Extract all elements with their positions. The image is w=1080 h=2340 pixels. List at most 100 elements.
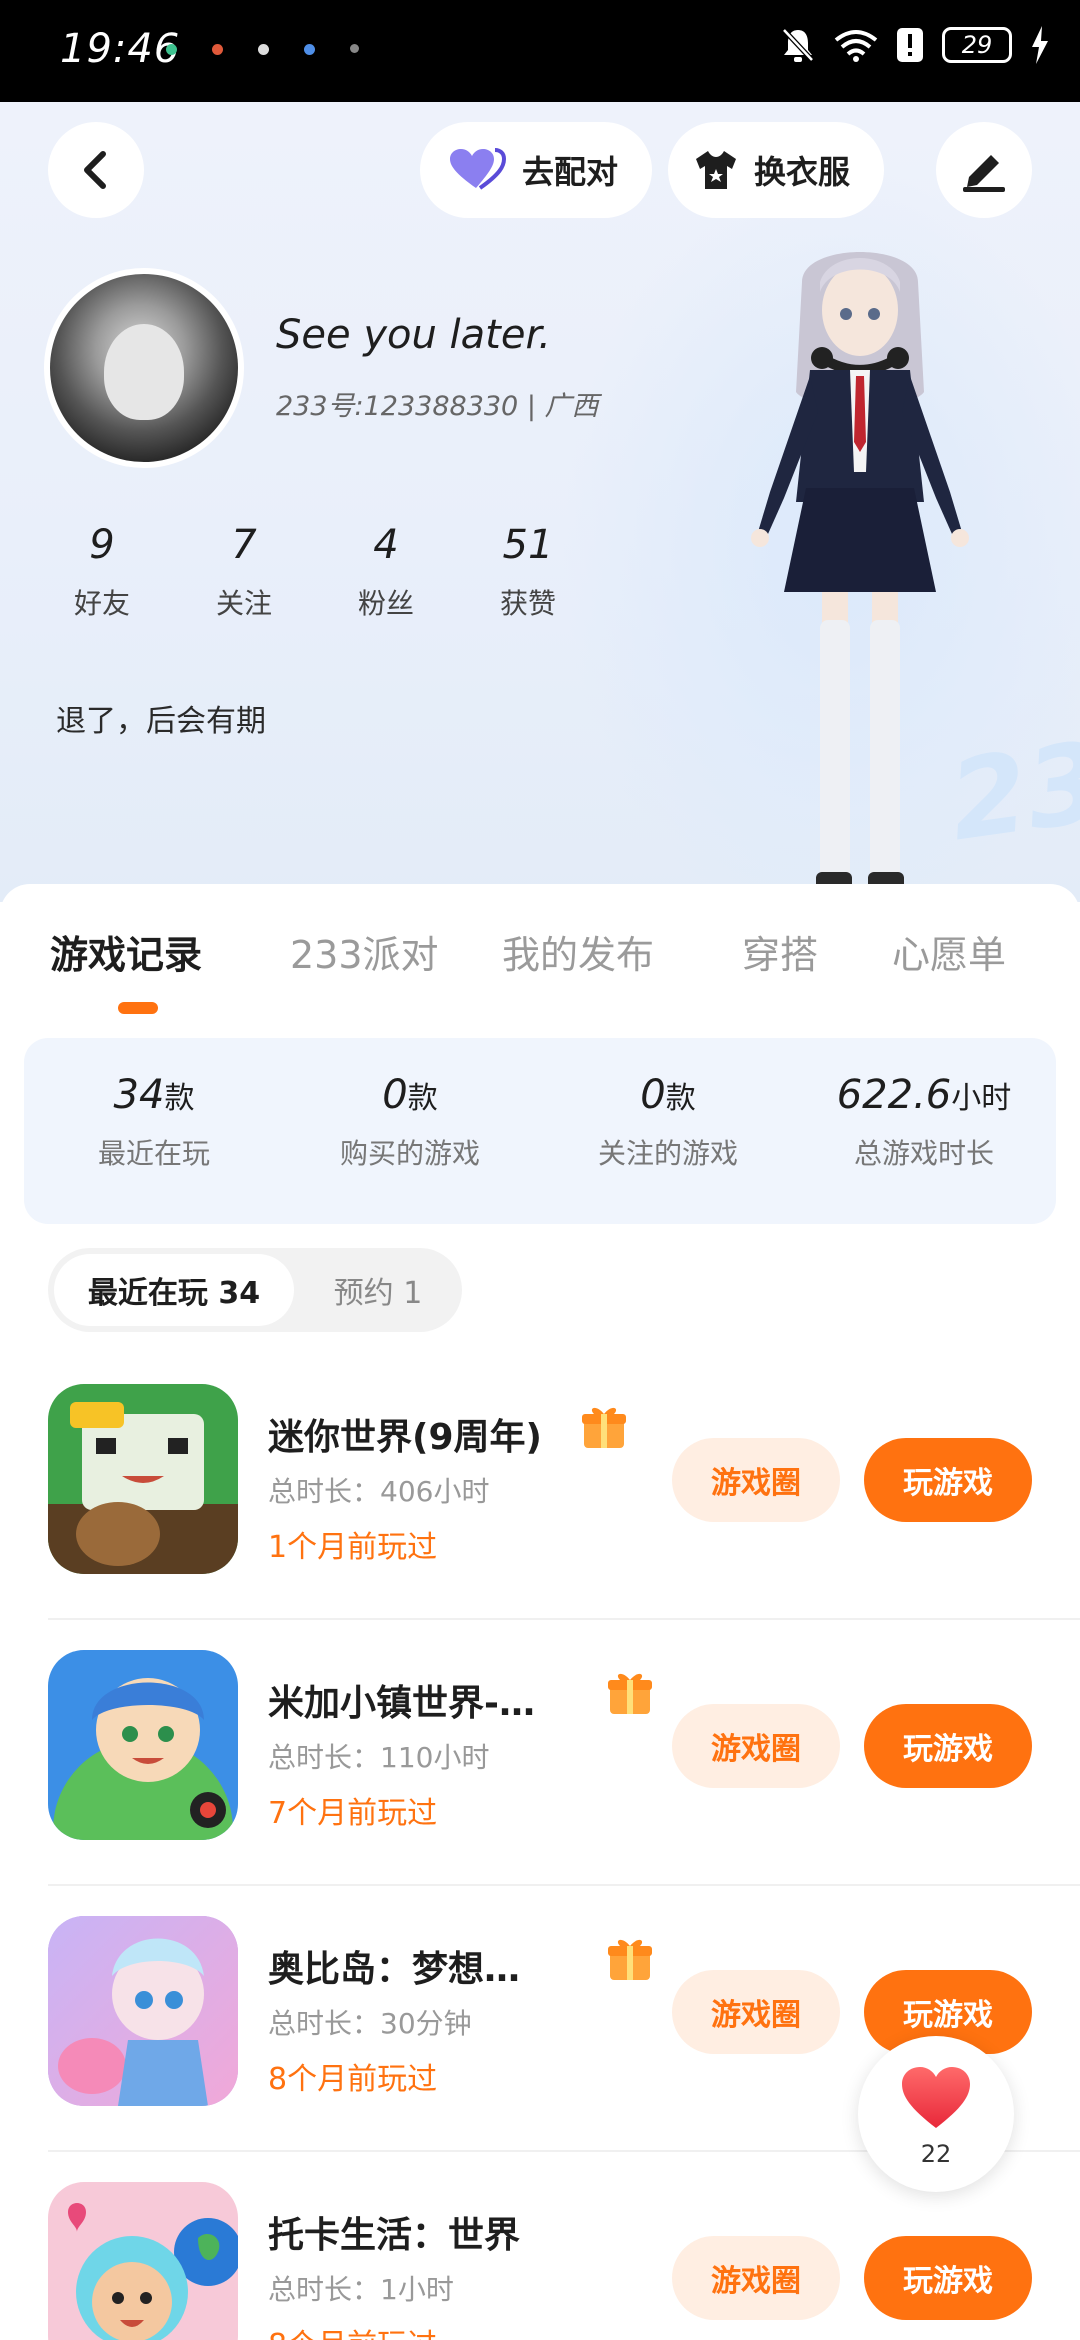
tab-my-posts[interactable]: 我的发布: [502, 924, 654, 979]
status-time: 19:46: [60, 26, 181, 72]
summary-unit: 款: [407, 1081, 438, 1116]
game-icon-aobi-island: [48, 1916, 238, 2106]
game-circle-button[interactable]: 游戏圈: [672, 1970, 840, 2054]
summary-value: 0: [640, 1072, 666, 1118]
edit-button[interactable]: [936, 122, 1032, 218]
tab-outfits[interactable]: 穿搭: [742, 924, 818, 979]
profile-header: 去配对 换衣服 See you later. 233号:123388330 | …: [0, 102, 1080, 902]
bio: 退了，后会有期: [56, 704, 266, 739]
play-game-button[interactable]: 玩游戏: [864, 2236, 1032, 2320]
stat-fans[interactable]: 4 粉丝: [326, 522, 446, 622]
notification-dot-icon: [304, 44, 315, 55]
wifi-icon: [834, 30, 878, 62]
user-id: 233号:123388330 | 广西: [276, 391, 599, 422]
game-circle-button[interactable]: 游戏圈: [672, 1438, 840, 1522]
gift-icon[interactable]: [606, 1934, 654, 1982]
avatar-image: [50, 274, 238, 462]
stat-friends[interactable]: 9 好友: [42, 522, 162, 622]
notification-dot-icon: [212, 44, 223, 55]
notification-dot-icon: [350, 44, 359, 53]
charging-icon: [1032, 26, 1048, 64]
alert-icon: [897, 28, 923, 62]
like-button[interactable]: 22: [858, 2036, 1014, 2192]
game-name: 奥比岛：梦想…: [268, 1949, 521, 1990]
game-name: 米加小镇世界-…: [268, 1683, 535, 1724]
summary-unit: 款: [164, 1081, 195, 1116]
game-icon-mini-world: [48, 1384, 238, 1574]
game-playtime: 总时长：406小时: [268, 1475, 490, 1508]
tshirt-icon: [696, 151, 736, 189]
like-count: 22: [920, 2140, 952, 2168]
tab-indicator: [118, 1002, 158, 1014]
status-bar: 19:46 29: [0, 0, 1080, 102]
game-name: 托卡生活：世界: [268, 2215, 521, 2256]
avatar-face: [104, 324, 184, 420]
game-icon-toca-life: [48, 2182, 238, 2340]
summary-label: 最近在玩: [97, 1137, 210, 1170]
summary-purchased[interactable]: 0款 购买的游戏: [290, 1072, 530, 1172]
summary-value: 34: [113, 1072, 165, 1118]
summary-unit: 小时: [951, 1081, 1012, 1116]
stat-following[interactable]: 7 关注: [184, 522, 304, 622]
stat-value: 9: [89, 522, 115, 568]
game-circle-button[interactable]: 游戏圈: [672, 1704, 840, 1788]
play-game-button[interactable]: 玩游戏: [864, 1438, 1032, 1522]
game-last-played: 1个月前玩过: [268, 1530, 438, 1565]
summary-recent[interactable]: 34款 最近在玩: [34, 1072, 274, 1172]
mute-bell-icon: [782, 28, 814, 62]
game-playtime: 总时长：1小时: [268, 2273, 454, 2306]
stat-label: 获赞: [499, 587, 556, 620]
tab-bar: 游戏记录 233派对 我的发布 穿搭 心愿单: [0, 924, 1080, 1004]
stat-value: 7: [231, 522, 257, 568]
dress-up-button[interactable]: 换衣服: [668, 122, 885, 218]
username: See you later.: [276, 312, 551, 358]
notification-dot-icon: [166, 44, 177, 55]
game-icon-miga-town: [48, 1650, 238, 1840]
stat-label: 粉丝: [357, 587, 414, 620]
game-last-played: 8个月前玩过: [268, 2062, 438, 2097]
stat-label: 好友: [73, 587, 130, 620]
summary-value: 0: [382, 1072, 408, 1118]
game-last-played: 7个月前玩过: [268, 1796, 438, 1831]
back-button[interactable]: [48, 122, 144, 218]
gift-icon[interactable]: [606, 1668, 654, 1716]
summary-label: 关注的游戏: [597, 1137, 738, 1170]
summary-label: 购买的游戏: [339, 1137, 480, 1170]
stat-value: 51: [502, 522, 554, 568]
game-circle-button[interactable]: 游戏圈: [672, 2236, 840, 2320]
battery-indicator: 29: [942, 27, 1012, 63]
avatar[interactable]: [44, 268, 244, 468]
game-playtime: 总时长：30分钟: [268, 2007, 472, 2040]
summary-value: 622.6: [836, 1072, 952, 1118]
heart-icon: [902, 2067, 970, 2128]
game-last-played: 8个月前玩过: [268, 2320, 437, 2340]
pencil-icon: [963, 155, 1005, 192]
sub-tab-bar: 最近在玩 34 预约 1: [48, 1248, 462, 1332]
gift-icon[interactable]: [580, 1402, 628, 1450]
hearts-icon: [450, 148, 506, 190]
subtab-recent[interactable]: 最近在玩 34: [54, 1254, 294, 1326]
stat-value: 4: [373, 522, 399, 568]
stat-label: 关注: [215, 587, 272, 620]
game-playtime: 总时长：110小时: [268, 1741, 490, 1774]
subtab-reservations[interactable]: 预约 1: [298, 1254, 458, 1326]
summary-playtime[interactable]: 622.6小时 总游戏时长: [804, 1072, 1044, 1172]
notification-dot-icon: [258, 44, 269, 55]
match-button[interactable]: 去配对: [420, 122, 653, 218]
tab-game-records[interactable]: 游戏记录: [50, 924, 202, 979]
chevron-left-icon: [84, 151, 106, 189]
play-game-button[interactable]: 玩游戏: [864, 1704, 1032, 1788]
game-row[interactable]: 米加小镇世界-… 总时长：110小时 7个月前玩过 游戏圈 玩游戏: [0, 1620, 1080, 1886]
summary-followed[interactable]: 0款 关注的游戏: [548, 1072, 788, 1172]
game-name: 迷你世界(9周年): [268, 1417, 542, 1458]
status-icons: 29: [780, 26, 1050, 64]
dress-label: 换衣服: [754, 153, 851, 191]
game-row[interactable]: 迷你世界(9周年) 总时长：406小时 1个月前玩过 游戏圈 玩游戏: [0, 1354, 1080, 1620]
summary-unit: 款: [665, 1081, 696, 1116]
summary-label: 总游戏时长: [853, 1137, 994, 1170]
tab-wishlist[interactable]: 心愿单: [892, 924, 1006, 979]
game-summary: 34款 最近在玩 0款 购买的游戏 0款 关注的游戏 622.6小时 总游戏时长: [24, 1038, 1056, 1224]
match-label: 去配对: [522, 153, 619, 191]
tab-233-party[interactable]: 233派对: [290, 924, 439, 979]
stat-likes[interactable]: 51 获赞: [468, 522, 588, 622]
